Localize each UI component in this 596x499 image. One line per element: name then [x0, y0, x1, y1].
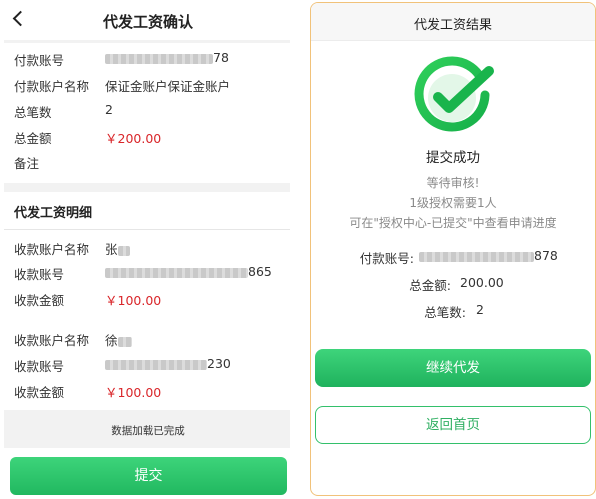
page-title: 代发工资确认 — [102, 13, 193, 31]
masked-name — [117, 336, 132, 347]
load-complete-note: 数据加载已完成 — [111, 425, 185, 437]
masked-account-number — [105, 359, 207, 370]
auth-required-text: 1级授权需要1人 — [409, 196, 497, 210]
result-account-suffix: 878 — [534, 248, 558, 263]
await-review-text: 等待审核! — [426, 176, 480, 190]
confirm-header: 代发工资确认 — [0, 0, 296, 40]
return-home-button[interactable]: 返回首页 — [315, 406, 591, 444]
masked-name — [117, 245, 130, 256]
header-gap — [4, 40, 290, 43]
payroll-confirm-panel: 代发工资确认 付款账号 78 付款账户名称 保证金账户保证金账户 总笔数 2 总… — [0, 0, 296, 499]
payroll-result-panel: 代发工资结果 提交成功 等待审核! 1级授权需要1人 可在"授权中心-已提交"中… — [310, 2, 596, 496]
payee-amount-value: ￥100.00 — [105, 385, 162, 400]
section-gap — [4, 183, 290, 192]
payee-amount-value: ￥100.00 — [105, 293, 162, 308]
result-count-value: 2 — [476, 302, 484, 317]
result-account-label: 付款账号: — [359, 251, 414, 266]
masked-account-number — [105, 267, 248, 278]
payee-name-label: 收款账户名称 — [14, 333, 90, 348]
payer-name-label: 付款账户名称 — [14, 79, 90, 94]
continue-payroll-button[interactable]: 继续代发 — [315, 349, 591, 387]
result-account-value: 878 — [419, 248, 558, 263]
progress-hint-text: 可在"授权中心-已提交"中查看申请进度 — [349, 216, 557, 230]
masked-account-number — [419, 251, 534, 262]
payee-name-value: 张 — [105, 239, 130, 258]
payee-account-suffix: 865 — [248, 264, 272, 279]
submit-status: 提交成功 — [426, 150, 480, 166]
total-amount-label: 总金额 — [14, 131, 52, 146]
payee-account-suffix: 230 — [207, 356, 231, 371]
payee-name-label: 收款账户名称 — [14, 242, 90, 257]
result-total-label: 总金额: — [409, 278, 451, 293]
payee-amount-label: 收款金额 — [14, 385, 65, 400]
remark-label: 备注 — [14, 156, 40, 171]
total-count-value: 2 — [105, 102, 113, 117]
success-check-icon — [409, 55, 495, 141]
detail-section-title: 代发工资明细 — [14, 206, 93, 221]
payee-account-label: 收款账号 — [14, 359, 65, 374]
section-divider — [4, 229, 290, 230]
result-title: 代发工资结果 — [413, 18, 492, 33]
submit-button[interactable]: 提交 — [10, 457, 287, 495]
payer-account-value: 78 — [105, 50, 229, 65]
payee-surname: 徐 — [105, 333, 118, 348]
result-header: 代发工资结果 — [311, 3, 595, 41]
payee-account-label: 收款账号 — [14, 267, 65, 282]
payer-account-label: 付款账号 — [14, 53, 65, 68]
masked-account-number — [105, 53, 213, 64]
payer-account-suffix: 78 — [213, 50, 229, 65]
payee-account-value: 865 — [105, 264, 272, 279]
total-amount-value: ￥200.00 — [105, 131, 162, 146]
payee-surname: 张 — [105, 242, 118, 257]
result-count-label: 总笔数: — [424, 305, 466, 320]
result-total-value: 200.00 — [460, 275, 504, 290]
payee-name-value: 徐 — [105, 330, 132, 349]
payee-amount-label: 收款金额 — [14, 293, 65, 308]
total-count-label: 总笔数 — [14, 105, 52, 120]
payer-name-value: 保证金账户保证金账户 — [105, 79, 231, 94]
payee-account-value: 230 — [105, 356, 231, 371]
